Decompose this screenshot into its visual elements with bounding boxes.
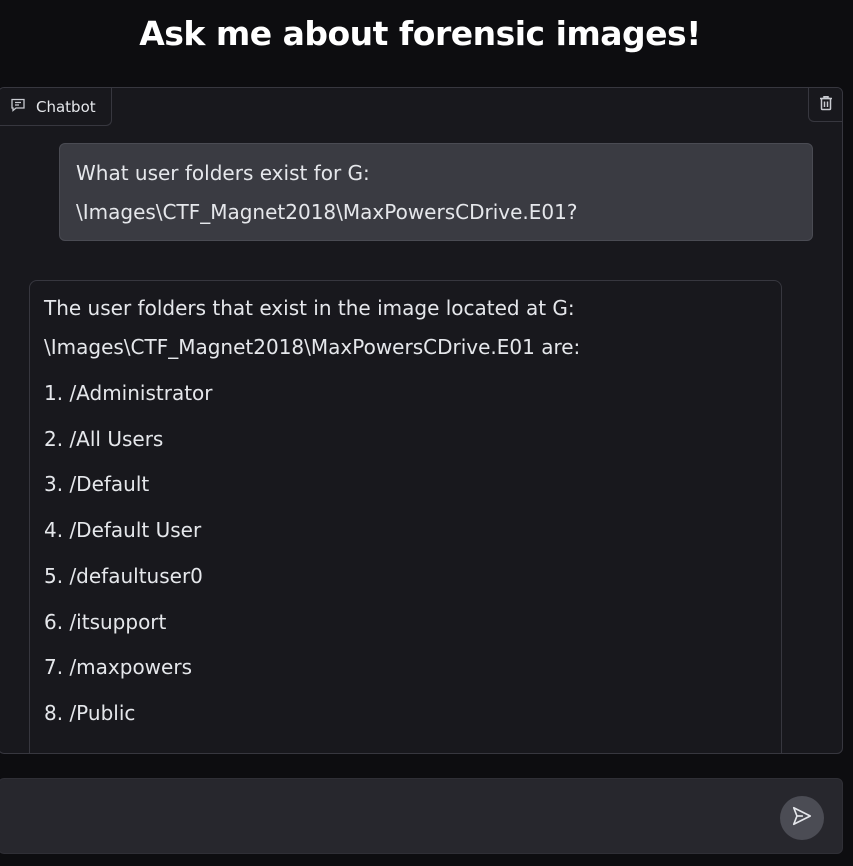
user-message-line: What user folders exist for G:	[76, 161, 370, 185]
bot-message-line: \Images\CTF_Magnet2018\MaxPowersCDrive.E…	[44, 335, 581, 359]
message-input-bar	[0, 778, 843, 854]
list-item: 3. /Default	[44, 472, 150, 497]
message-input[interactable]	[11, 795, 761, 839]
bot-message: The user folders that exist in the image…	[29, 280, 782, 753]
list-item: 4. /Default User	[44, 518, 202, 543]
user-message: What user folders exist for G: \Images\C…	[59, 143, 813, 241]
chatbot-label-text: Chatbot	[36, 97, 96, 116]
chatbot-label: Chatbot	[0, 88, 112, 126]
clear-chat-button[interactable]	[808, 88, 842, 122]
list-item: 7. /maxpowers	[44, 655, 192, 680]
page-title: Ask me about forensic images!	[139, 14, 701, 53]
chat-bubble-icon	[10, 97, 26, 117]
send-button[interactable]	[780, 796, 824, 840]
trash-icon	[817, 94, 835, 116]
user-message-line: \Images\CTF_Magnet2018\MaxPowersCDrive.E…	[76, 200, 578, 224]
list-item: 1. /Administrator	[44, 381, 213, 405]
user-folder-list: 1. /Administrator 2. /All Users 3. /Defa…	[44, 371, 767, 737]
list-item: 6. /itsupport	[44, 609, 167, 634]
bot-message-line: The user folders that exist in the image…	[44, 296, 575, 320]
list-item: 5. /defaultuser0	[44, 563, 203, 588]
chatbot-panel: Chatbot What user folders exist for G: \…	[0, 87, 843, 754]
list-item: 8. /Public	[44, 700, 136, 725]
list-item: 2. /All Users	[44, 426, 164, 451]
send-icon	[791, 805, 813, 831]
